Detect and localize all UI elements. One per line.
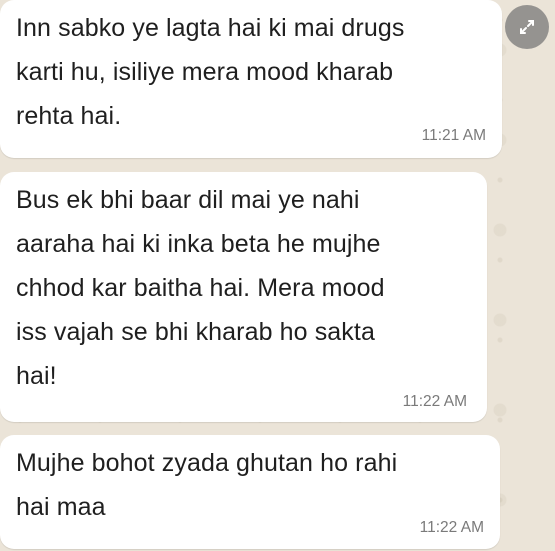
message-line: Inn sabko ye lagta hai ki mai drugs	[16, 14, 405, 42]
message-line: chhod kar baitha hai. Mera mood	[16, 274, 385, 302]
message-line: hai!	[16, 362, 57, 390]
message-line: karti hu, isiliye mera mood kharab	[16, 58, 394, 86]
message-line: hai maa	[16, 493, 106, 521]
message-timestamp: 11:22 AM	[402, 393, 467, 410]
message-timestamp: 11:22 AM	[419, 519, 484, 536]
expand-arrows-icon	[520, 20, 534, 34]
message-text: Mujhe bohot zyada ghutan ho rahi hai maa	[16, 441, 397, 529]
message-timestamp: 11:21 AM	[421, 127, 486, 144]
message-bubble[interactable]: Bus ek bhi baar dil mai ye nahi aaraha h…	[0, 172, 487, 422]
message-line: aaraha hai ki inka beta he mujhe	[16, 230, 381, 258]
message-bubble[interactable]: Inn sabko ye lagta hai ki mai drugs kart…	[0, 0, 502, 158]
message-text: Bus ek bhi baar dil mai ye nahi aaraha h…	[16, 178, 385, 398]
expand-button[interactable]	[505, 5, 549, 49]
message-text: Inn sabko ye lagta hai ki mai drugs kart…	[16, 6, 404, 138]
message-line: Bus ek bhi baar dil mai ye nahi	[16, 186, 360, 214]
message-line: Mujhe bohot zyada ghutan ho rahi	[16, 449, 398, 477]
message-line: iss vajah se bhi kharab ho sakta	[16, 318, 375, 346]
message-bubble[interactable]: Mujhe bohot zyada ghutan ho rahi hai maa…	[0, 435, 500, 549]
message-line: rehta hai.	[16, 102, 122, 130]
